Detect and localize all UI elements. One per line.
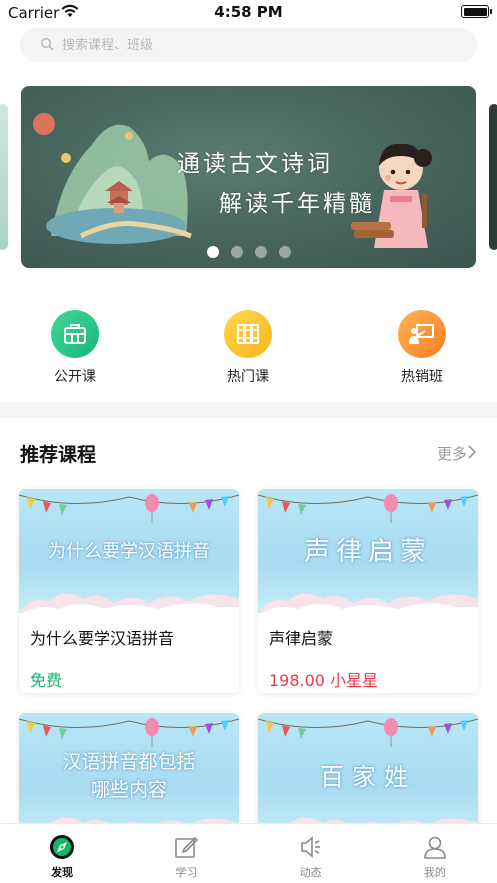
battery-icon: [461, 5, 492, 18]
tab-label: 发现: [51, 866, 74, 879]
course-thumbnail: 为什么要学汉语拼音: [19, 489, 239, 613]
prev-banner-peek[interactable]: [0, 104, 8, 250]
tab-profile[interactable]: 我的: [373, 824, 497, 883]
course-thumbnail-text-line2: 哪些内容: [90, 779, 167, 801]
banner-carousel[interactable]: 通读古文诗词 解读千年精髓: [0, 86, 497, 268]
course-thumbnail: 汉语拼音都包括 哪些内容: [19, 713, 239, 837]
banner-headline-2: 解读千年精髓: [219, 191, 375, 217]
compass-icon: [0, 834, 124, 860]
bunting-decoration: [258, 718, 478, 747]
more-link[interactable]: 更多: [437, 443, 477, 464]
clock: 4:58 PM: [214, 3, 283, 21]
presentation-board-icon: [398, 310, 446, 358]
course-card[interactable]: 声律启蒙 声律启蒙 198.00 小星星: [258, 489, 478, 693]
tab-label: 学习: [175, 866, 198, 879]
course-title: 声律启蒙: [269, 629, 334, 648]
tab-study[interactable]: 学习: [124, 824, 248, 883]
tab-activity[interactable]: 动态: [249, 824, 373, 883]
course-card[interactable]: 为什么要学汉语拼音 为什么要学汉语拼音 免费: [19, 489, 239, 693]
course-title: 为什么要学汉语拼音: [30, 629, 175, 648]
carousel-dot-3[interactable]: [254, 246, 267, 258]
category-hot-course[interactable]: 热门课: [198, 310, 298, 386]
carousel-dot-4[interactable]: [278, 246, 291, 258]
more-label: 更多: [436, 445, 467, 463]
briefcase-icon: [51, 310, 99, 358]
search-icon: [40, 36, 54, 55]
carousel-dot-2[interactable]: [230, 246, 243, 258]
search-bar[interactable]: [20, 28, 477, 62]
tab-discover[interactable]: 发现: [0, 824, 124, 883]
chevron-right-icon: [467, 444, 477, 464]
bunting-decoration: [19, 494, 239, 523]
category-label: 热门课: [227, 369, 269, 385]
carousel-indicator: [21, 246, 476, 258]
category-bestseller-class[interactable]: 热销班: [372, 310, 472, 386]
status-bar: Carrier 4:58 PM: [0, 0, 497, 26]
person-icon: [373, 834, 497, 860]
course-thumbnail-text: 声律启蒙: [303, 537, 432, 567]
banner-slide[interactable]: 通读古文诗词 解读千年精髓: [21, 86, 476, 268]
section-title: 推荐课程: [20, 444, 97, 466]
category-label: 热销班: [401, 369, 443, 385]
course-thumbnail-text-line1: 汉语拼音都包括: [62, 751, 196, 773]
banner-headline-1: 通读古文诗词: [177, 151, 333, 177]
tab-label: 动态: [299, 866, 322, 879]
speaker-icon: [249, 834, 373, 860]
course-thumbnail: 百家姓: [258, 713, 478, 837]
course-price: 免费: [30, 671, 63, 690]
category-shortcuts: 公开课 热门课 热销班: [0, 310, 497, 390]
category-open-course[interactable]: 公开课: [25, 310, 125, 386]
bunting-decoration: [258, 494, 478, 523]
course-price: 198.00 小星星: [269, 671, 379, 690]
tab-label: 我的: [423, 866, 446, 879]
books-icon: [224, 310, 272, 358]
course-thumbnail-text: 百家姓: [320, 763, 416, 791]
section-divider: [0, 402, 497, 418]
carousel-dot-1[interactable]: [206, 246, 219, 258]
tab-bar: 发现 学习 动态 我的: [0, 823, 497, 883]
category-label: 公开课: [54, 369, 96, 385]
course-thumbnail: 声律启蒙: [258, 489, 478, 613]
clouds-decoration: [20, 593, 239, 613]
course-thumbnail-text: 为什么要学汉语拼音: [48, 541, 210, 562]
next-banner-peek[interactable]: [489, 104, 497, 250]
clouds-decoration: [259, 593, 478, 613]
search-input[interactable]: [62, 37, 442, 53]
notepad-pencil-icon: [124, 834, 248, 860]
